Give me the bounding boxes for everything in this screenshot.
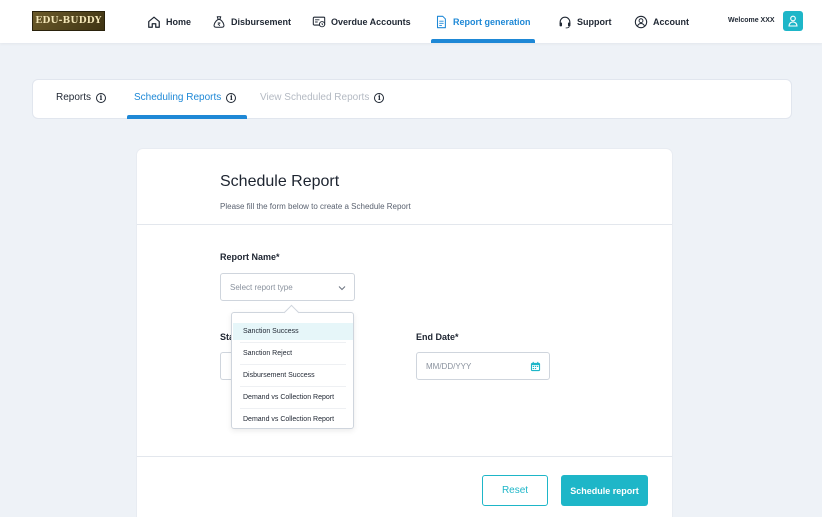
reset-button[interactable]: Reset: [482, 475, 548, 506]
dropdown-option[interactable]: Demand vs Collection Report: [233, 411, 353, 428]
info-icon[interactable]: i: [374, 92, 385, 103]
nav-home-label: Home: [166, 17, 192, 27]
nav-disbursement[interactable]: ₹ Disbursement: [212, 12, 291, 32]
tab-scheduling-reports[interactable]: Scheduling Reports i: [134, 92, 237, 103]
report-icon: [436, 15, 446, 29]
report-name-label: Report Name*: [220, 252, 280, 262]
schedule-report-form: Schedule Report Please fill the form bel…: [137, 149, 672, 517]
form-title: Schedule Report: [220, 173, 340, 190]
active-nav-indicator: [431, 39, 535, 43]
end-date-placeholder: MM/DD/YYY: [426, 361, 472, 371]
schedule-report-button[interactable]: Schedule report: [561, 475, 648, 506]
nav-overdue-accounts[interactable]: Overdue Accounts: [312, 12, 411, 32]
dropdown-option[interactable]: Demand vs Collection Report: [233, 389, 353, 406]
end-date-field[interactable]: MM/DD/YYY: [416, 352, 550, 380]
divider: [240, 364, 346, 365]
nav-account[interactable]: Account: [634, 12, 689, 32]
money-bag-icon: ₹: [213, 16, 225, 28]
report-type-select[interactable]: Select report type: [220, 273, 355, 301]
dropdown-option[interactable]: Disbursement Success: [233, 367, 353, 384]
nav-disbursement-label: Disbursement: [231, 17, 292, 27]
tab-view-scheduled-reports[interactable]: View Scheduled Reports i: [260, 92, 385, 103]
calendar-icon[interactable]: [530, 361, 541, 372]
edu-buddy-logo[interactable]: EDU-BUDDY: [32, 11, 105, 31]
divider: [240, 408, 346, 409]
dropdown-option[interactable]: Sanction Reject: [233, 345, 353, 362]
overdue-accounts-icon: [312, 16, 326, 28]
divider: [240, 386, 346, 387]
nav-home[interactable]: Home: [147, 12, 191, 32]
tab-reports-label: Reports: [56, 92, 92, 103]
dropdown-option[interactable]: Sanction Success: [233, 323, 353, 340]
nav-account-label: Account: [653, 17, 689, 27]
headset-icon: [559, 16, 571, 29]
nav-overdue-accounts-label: Overdue Accounts: [331, 17, 411, 27]
nav-report-generation[interactable]: Report generation: [434, 12, 531, 32]
logo-text: EDU-BUDDY: [35, 16, 102, 26]
divider: [137, 456, 672, 457]
chevron-down-icon: [338, 286, 346, 291]
nav-support[interactable]: Support: [558, 12, 612, 32]
end-date-label: End Date*: [416, 332, 459, 342]
welcome-text: Welcome XXX: [728, 17, 775, 24]
top-navbar: EDU-BUDDY Home ₹ Disbursement Overdue Ac…: [0, 0, 822, 43]
tab-view-scheduled-reports-label: View Scheduled Reports: [260, 92, 370, 103]
form-subtitle: Please fill the form below to create a S…: [220, 202, 411, 211]
active-tab-indicator: [127, 115, 247, 119]
home-icon: [148, 16, 160, 28]
info-icon[interactable]: i: [226, 92, 237, 103]
nav-report-generation-label: Report generation: [453, 17, 531, 27]
nav-support-label: Support: [577, 17, 612, 27]
divider: [240, 342, 346, 343]
user-circle-icon: [634, 15, 648, 29]
tabs-bar: Reports i Scheduling Reports i View Sche…: [32, 79, 792, 119]
avatar[interactable]: [783, 11, 803, 31]
report-type-dropdown: Sanction Success Sanction Reject Disburs…: [231, 312, 354, 429]
divider: [137, 224, 672, 225]
tab-reports[interactable]: Reports i: [56, 92, 107, 103]
info-icon[interactable]: i: [96, 92, 107, 103]
user-icon: [788, 15, 798, 27]
report-type-placeholder: Select report type: [230, 282, 293, 292]
tab-scheduling-reports-label: Scheduling Reports: [134, 92, 222, 103]
